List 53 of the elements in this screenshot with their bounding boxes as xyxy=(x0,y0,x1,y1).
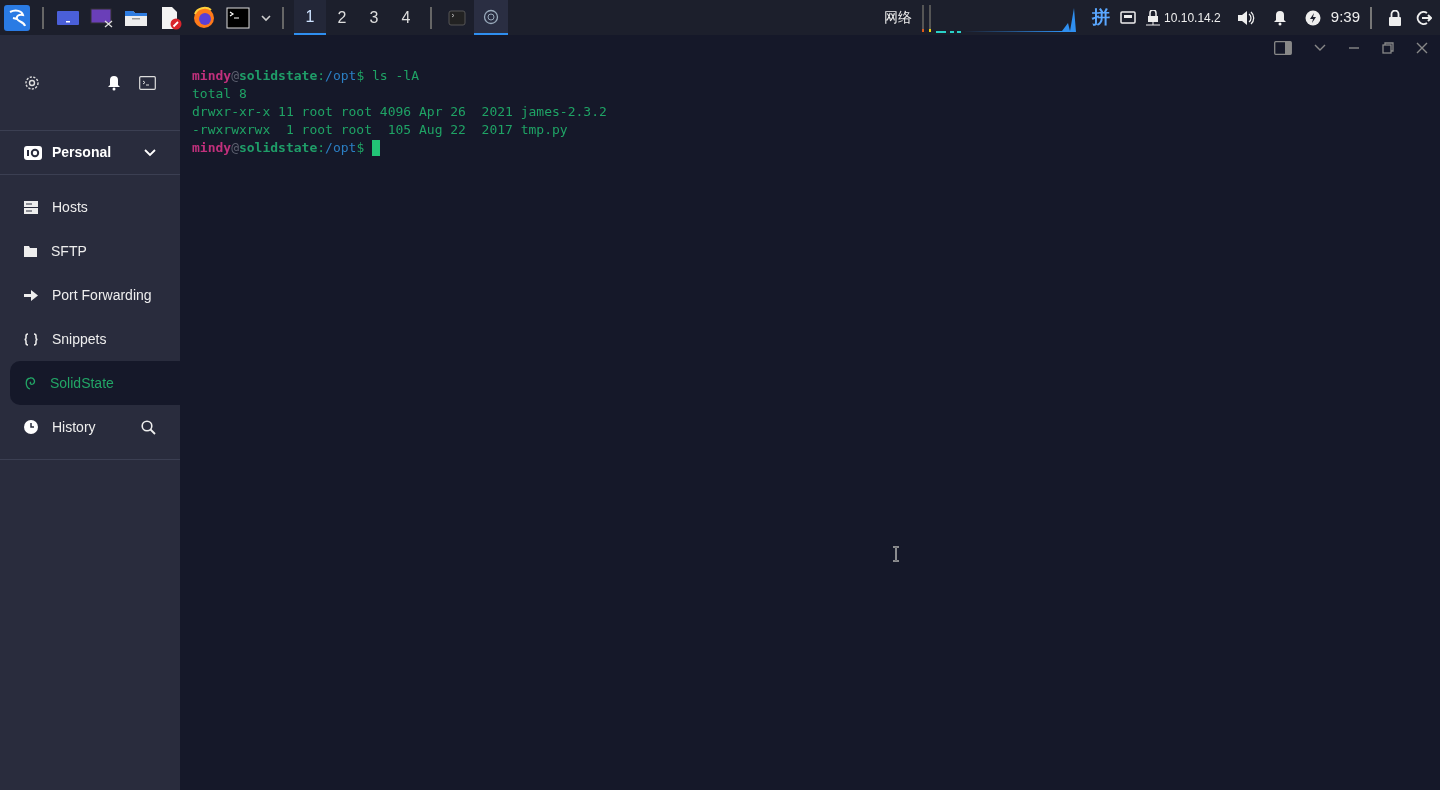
logout-icon[interactable] xyxy=(1416,9,1432,26)
terminal-icon xyxy=(448,9,466,26)
terminal-icon[interactable] xyxy=(226,6,250,29)
ethernet-icon[interactable] xyxy=(1120,10,1137,25)
workspace-button[interactable]: 4 xyxy=(390,0,422,35)
monitor-icon[interactable] xyxy=(90,7,114,28)
chevron-down-icon xyxy=(144,148,156,157)
braces-icon xyxy=(24,332,38,346)
input-method-indicator[interactable]: 拼 xyxy=(1092,4,1111,31)
server-rack-icon xyxy=(24,200,38,214)
workspace-button[interactable]: 2 xyxy=(326,0,358,35)
terminal-line: mindy@solidstate:/opt$ ls -lA xyxy=(192,67,420,85)
text-cursor-icon xyxy=(892,546,900,562)
lock-network-icon[interactable] xyxy=(1146,9,1161,26)
folder-icon xyxy=(24,245,37,257)
sidebar-item[interactable]: History xyxy=(0,405,180,449)
close-icon[interactable] xyxy=(1416,42,1428,54)
forward-arrow-icon xyxy=(24,289,38,301)
dragon-logo-icon[interactable] xyxy=(4,4,30,31)
desktop-icon[interactable] xyxy=(56,8,80,27)
sidebar-item[interactable]: Snippets xyxy=(0,317,180,361)
sidebar-item[interactable]: SolidState xyxy=(10,361,180,405)
swirl-icon xyxy=(24,376,36,390)
power-bolt-icon[interactable] xyxy=(1304,9,1321,26)
clock-icon xyxy=(24,420,38,434)
restore-icon[interactable] xyxy=(1382,42,1394,54)
chevron-down-icon[interactable] xyxy=(1314,44,1326,52)
terminal-line: mindy@solidstate:/opt$ xyxy=(192,139,366,157)
sidebar-item[interactable]: Hosts xyxy=(0,185,180,229)
settings-icon[interactable] xyxy=(24,74,40,91)
terminal-line: -rwxrwxrwx 1 root root 105 Aug 22 2017 tmp.py xyxy=(192,121,569,139)
workspace-button[interactable]: 3 xyxy=(358,0,390,35)
terminal-line: drwxr-xr-x 11 root root 4096 Apr 26 2021 james-2.3.2 xyxy=(192,103,608,121)
clock-time: 9:39 xyxy=(1330,7,1360,28)
vault-icon xyxy=(24,144,42,161)
sidebar-item[interactable]: Port Forwarding xyxy=(0,273,180,317)
ring-icon xyxy=(483,8,499,25)
vault-selector[interactable]: Personal xyxy=(0,131,180,175)
terminal-line: total 8 xyxy=(192,85,248,103)
terminal-icon[interactable] xyxy=(139,75,156,90)
network-label: 网络 xyxy=(884,8,913,27)
search-icon[interactable] xyxy=(141,419,156,435)
fox-globe-icon[interactable] xyxy=(192,5,216,30)
bell-icon[interactable] xyxy=(1272,9,1287,26)
sidebar-item[interactable]: SFTP xyxy=(0,229,180,273)
chevron-down-icon[interactable] xyxy=(260,13,272,22)
bell-icon[interactable] xyxy=(107,74,121,91)
workspace-button[interactable]: 1 xyxy=(294,0,326,35)
task-button[interactable] xyxy=(474,0,508,35)
lock-icon[interactable] xyxy=(1388,9,1402,26)
split-panel-icon[interactable] xyxy=(1274,41,1292,55)
ip-address: 10.10.14.2 xyxy=(1164,9,1221,27)
speaker-icon[interactable] xyxy=(1236,9,1255,26)
